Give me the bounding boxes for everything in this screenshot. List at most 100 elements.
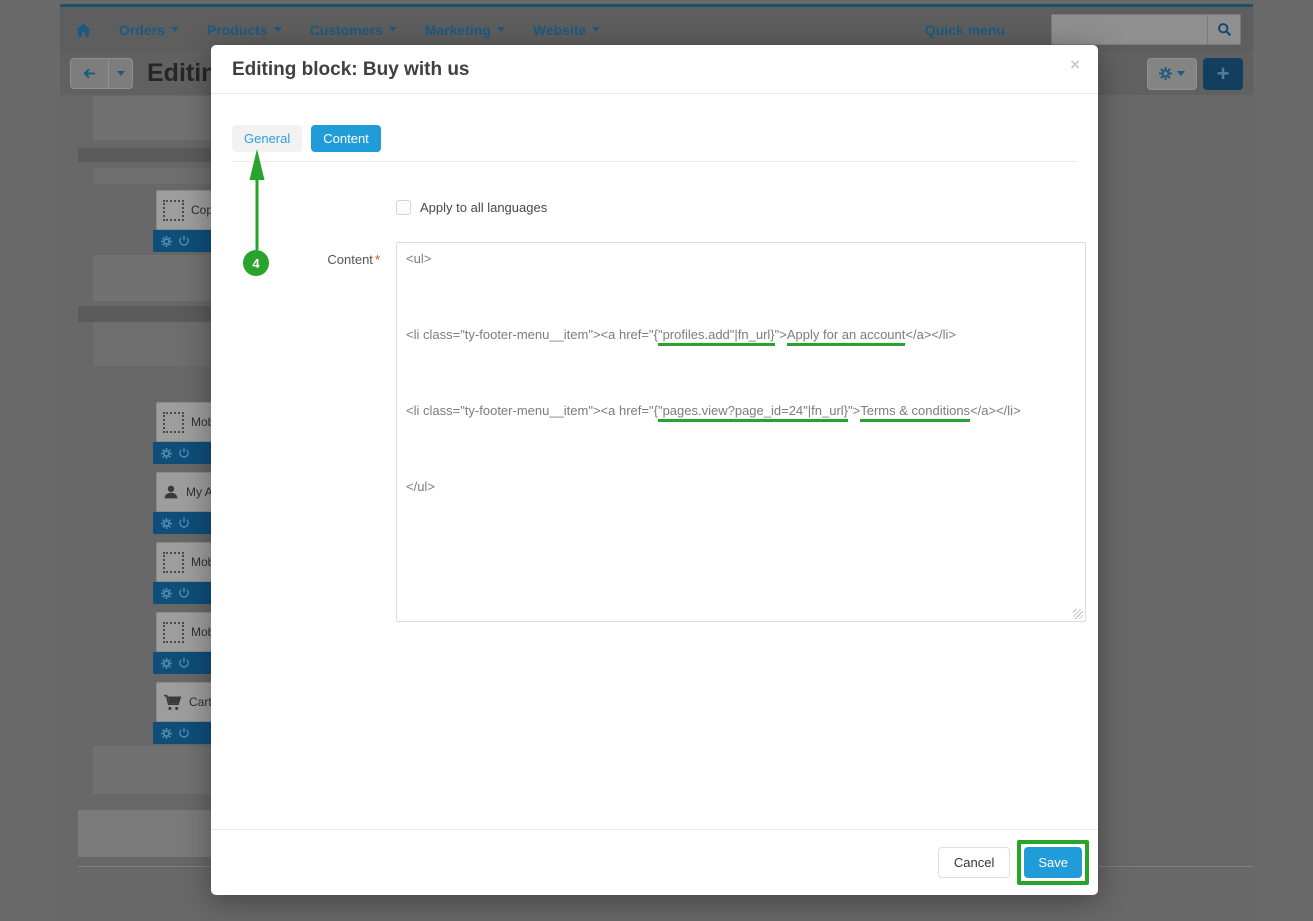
plus-icon: +: [1217, 61, 1230, 87]
modal-header: Editing block: Buy with us ×: [211, 45, 1098, 94]
quick-menu-label: Quick menu: [925, 22, 1005, 38]
nav-item-label: Products: [207, 22, 268, 38]
chevron-down-icon: [497, 27, 505, 32]
code-text: <ul>: [406, 251, 431, 266]
chevron-down-icon: [592, 27, 600, 32]
settings-dropdown-button[interactable]: [1147, 58, 1197, 90]
power-icon[interactable]: [178, 727, 190, 739]
nav-item-website[interactable]: Website: [533, 22, 600, 38]
annotation-underline: Apply for an account: [787, 327, 906, 346]
annotation-underline: "pages.view?page_id=24"|fn_url}: [658, 403, 848, 422]
gear-icon[interactable]: [161, 588, 172, 599]
tab-general[interactable]: General: [232, 125, 302, 152]
nav-item-label: Marketing: [425, 22, 491, 38]
grid-band: [78, 306, 211, 322]
code-text: ">: [775, 327, 787, 342]
resize-handle-icon[interactable]: [1073, 609, 1083, 619]
nav-item-customers[interactable]: Customers: [310, 22, 397, 38]
modal-footer: Cancel Save: [211, 829, 1098, 895]
search-input[interactable]: [1052, 15, 1207, 44]
power-icon[interactable]: [178, 235, 190, 247]
code-line: [406, 458, 1076, 477]
magnifier-icon: [1217, 22, 1232, 37]
gear-icon[interactable]: [161, 728, 172, 739]
code-text: ">: [848, 403, 860, 418]
code-line: [406, 420, 1076, 439]
nav-item-marketing[interactable]: Marketing: [425, 22, 505, 38]
quick-menu-link[interactable]: Quick menu: [925, 22, 1005, 38]
power-icon[interactable]: [178, 587, 190, 599]
annotation-underline: "profiles.add"|fn_url}: [658, 327, 775, 346]
edit-block-modal: Editing block: Buy with us × General Con…: [211, 45, 1098, 895]
chevron-down-icon: [171, 27, 179, 32]
content-label-text: Content: [327, 252, 373, 267]
apply-languages-row: Apply to all languages: [211, 200, 1098, 215]
nav-menu: Orders Products Customers Marketing Website: [119, 22, 600, 38]
dotted-box-icon: [163, 622, 184, 643]
code-line: [406, 306, 1076, 325]
code-text: <li class="ty-footer-menu__item"><a href…: [406, 403, 658, 418]
home-icon[interactable]: [76, 23, 91, 37]
arrow-left-icon: [82, 67, 97, 80]
code-text: <li class="ty-footer-menu__item"><a href…: [406, 327, 658, 342]
search-box: [1051, 14, 1241, 45]
power-icon[interactable]: [178, 447, 190, 459]
back-dropdown-button[interactable]: [109, 58, 133, 89]
dotted-box-icon: [163, 200, 184, 221]
add-button[interactable]: +: [1203, 58, 1243, 90]
nav-item-orders[interactable]: Orders: [119, 22, 179, 38]
user-icon: [163, 484, 179, 500]
code-line: [406, 344, 1076, 363]
cancel-button[interactable]: Cancel: [938, 847, 1010, 878]
apply-all-languages-checkbox[interactable]: [396, 200, 411, 215]
empty-block-placeholder: [93, 746, 211, 794]
code-line: <li class="ty-footer-menu__item"><a href…: [406, 401, 1076, 420]
gear-icon[interactable]: [161, 236, 172, 247]
code-text: </a></li>: [905, 327, 956, 342]
chevron-down-icon: [1177, 71, 1185, 76]
bottom-panel: [78, 810, 211, 857]
nav-item-products[interactable]: Products: [207, 22, 282, 38]
code-line: <li class="ty-footer-menu__item"><a href…: [406, 325, 1076, 344]
gear-icon[interactable]: [161, 518, 172, 529]
code-line: <ul>: [406, 249, 1076, 268]
search-button[interactable]: [1207, 15, 1240, 44]
gear-icon[interactable]: [161, 658, 172, 669]
nav-item-label: Customers: [310, 22, 383, 38]
nav-item-label: Orders: [119, 22, 165, 38]
nav-item-label: Website: [533, 22, 586, 38]
tab-content[interactable]: Content: [311, 125, 381, 152]
close-icon[interactable]: ×: [1070, 55, 1080, 75]
code-line: [406, 439, 1076, 458]
chevron-down-icon: [117, 71, 125, 76]
gear-icon: [1159, 67, 1172, 80]
code-line: [406, 287, 1076, 306]
code-line: [406, 268, 1076, 287]
dotted-box-icon: [163, 552, 184, 573]
code-line: [406, 363, 1076, 382]
grid-band: [78, 148, 211, 162]
empty-block-placeholder: [93, 96, 211, 140]
code-text: </ul>: [406, 479, 435, 494]
toolbar-actions: +: [1147, 58, 1243, 90]
grid-band: [93, 168, 211, 184]
code-line: [406, 382, 1076, 401]
content-field-label: Content*: [232, 242, 380, 622]
code-text: </a></li>: [970, 403, 1021, 418]
power-icon[interactable]: [178, 517, 190, 529]
apply-all-languages-label: Apply to all languages: [420, 200, 547, 215]
annotation-underline: Terms & conditions: [860, 403, 970, 422]
modal-title: Editing block: Buy with us: [232, 59, 470, 80]
back-button[interactable]: [70, 58, 109, 89]
power-icon[interactable]: [178, 657, 190, 669]
empty-block-placeholder: [93, 322, 211, 366]
content-code: <ul> <li class="ty-footer-menu__item"><a…: [406, 249, 1076, 496]
content-textarea[interactable]: <ul> <li class="ty-footer-menu__item"><a…: [396, 242, 1086, 622]
required-asterisk: *: [375, 252, 380, 267]
back-button-group: [70, 58, 133, 89]
empty-block-placeholder: [93, 255, 211, 301]
save-button[interactable]: Save: [1024, 847, 1082, 878]
save-button-wrap: Save: [1024, 847, 1082, 878]
gear-icon[interactable]: [161, 448, 172, 459]
modal-tabs: General Content: [232, 125, 1077, 162]
